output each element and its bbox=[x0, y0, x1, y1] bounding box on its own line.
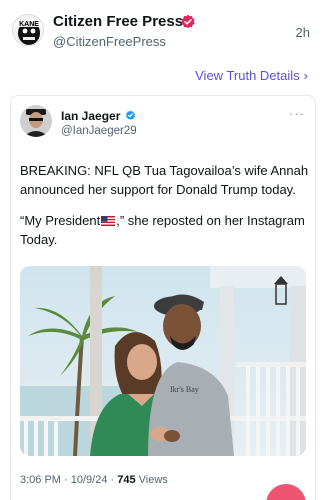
author-handle[interactable]: @CitizenFreePress bbox=[53, 34, 166, 49]
quoted-time: 3:06 PM bbox=[20, 474, 61, 486]
quoted-text-breaking: BREAKING: NFL QB Tua Tagovailoa’s wife A… bbox=[20, 163, 309, 197]
quoted-author-handle[interactable]: @IanJaeger29 bbox=[61, 125, 137, 137]
view-truth-details-label: View Truth Details bbox=[195, 68, 300, 83]
quoted-meta: 3:06 PM · 10/9/24 · 745 Views bbox=[20, 474, 168, 486]
chevron-right-icon: › bbox=[303, 68, 308, 83]
author-avatar[interactable]: KANE bbox=[12, 14, 44, 46]
quoted-photo[interactable]: Ikr's Bay bbox=[20, 266, 306, 456]
quoted-views-count: 745 bbox=[117, 474, 136, 486]
quoted-text-quote: “My President ,” she reposted on her Ins… bbox=[20, 211, 310, 249]
quoted-author-avatar[interactable] bbox=[20, 105, 52, 137]
us-flag-icon bbox=[101, 216, 116, 226]
verified-badge-icon bbox=[125, 110, 136, 120]
verified-badge-icon bbox=[181, 14, 195, 29]
quoted-post-card[interactable]: Ian Jaeger @IanJaeger29 ··· BREAKING: NF… bbox=[10, 95, 316, 500]
author-name[interactable]: Citizen Free Press bbox=[53, 13, 183, 30]
post-timestamp: 2h bbox=[295, 25, 310, 40]
view-truth-details-link[interactable]: View Truth Details › bbox=[195, 68, 308, 83]
quote-start: “My President bbox=[20, 213, 101, 228]
quoted-author-name[interactable]: Ian Jaeger bbox=[61, 109, 120, 123]
quoted-views-label: Views bbox=[138, 474, 168, 486]
quoted-date: 10/9/24 bbox=[70, 474, 108, 486]
post-header: KANE Citizen Free Press @CitizenFreePres… bbox=[0, 0, 324, 60]
more-options-icon[interactable]: ··· bbox=[289, 106, 305, 121]
shirt-text: Ikr's Bay bbox=[170, 385, 199, 394]
avatar-text: KANE bbox=[19, 21, 39, 28]
